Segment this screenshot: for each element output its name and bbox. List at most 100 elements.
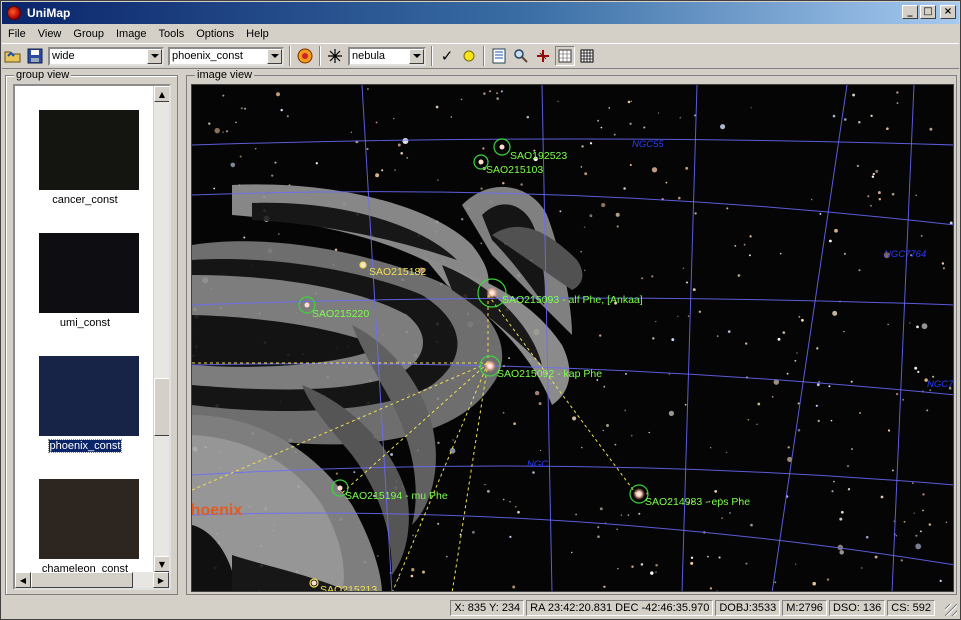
menu-help[interactable]: Help (240, 28, 275, 40)
toolbar-separator (319, 46, 321, 66)
dso-label[interactable]: NGC7764 (884, 249, 926, 260)
maximize-button[interactable]: □ (920, 5, 936, 19)
vertical-scrollbar[interactable]: ▲ ▼ (153, 86, 169, 572)
close-button[interactable]: × (940, 5, 956, 19)
background-star (796, 352, 798, 354)
background-star (278, 233, 280, 235)
catalog-star (304, 302, 310, 308)
menu-group[interactable]: Group (67, 28, 110, 40)
grid-toggle-icon[interactable] (555, 46, 575, 66)
background-star (225, 130, 229, 133)
image-select-value: phoenix_const (172, 50, 243, 62)
sky-map-svg[interactable]: SAO192523 SAO215103 SAO215182 SAO215093 - a… (192, 85, 954, 592)
background-star (891, 469, 894, 472)
list-item-label[interactable]: cancer_const (15, 194, 155, 206)
background-star (875, 169, 879, 173)
thumbnail-cancer-const[interactable] (39, 110, 139, 190)
background-star (919, 530, 922, 533)
checkmark-icon[interactable]: ✓ (437, 46, 457, 66)
group-select-value: wide (52, 50, 75, 62)
table-icon[interactable] (577, 46, 597, 66)
thumbnail-umi-const[interactable] (39, 233, 139, 313)
scroll-left-arrow-icon[interactable]: ◀ (15, 572, 31, 588)
background-star (410, 574, 414, 578)
background-star (737, 274, 741, 277)
group-select[interactable]: wide (48, 46, 164, 66)
scrollbar-thumb[interactable] (154, 378, 169, 436)
background-star (900, 559, 903, 562)
dso-label[interactable]: NGC55 (632, 139, 664, 150)
open-folder-icon[interactable] (3, 46, 23, 66)
group-image-list[interactable]: cancer_const umi_const phoenix_const cha… (13, 84, 171, 590)
menu-tools[interactable]: Tools (153, 28, 191, 40)
list-item-label-selected[interactable]: phoenix_const (15, 439, 155, 453)
toolbar: wide phoenix_const nebula ✓ (2, 43, 959, 69)
background-star (847, 465, 849, 468)
background-star (597, 535, 600, 538)
thumbnail-phoenix-const[interactable] (39, 356, 139, 436)
background-star (895, 392, 899, 396)
background-star (271, 174, 274, 177)
object-type-select[interactable]: nebula (348, 46, 426, 66)
background-star (502, 181, 505, 185)
background-star (749, 235, 752, 238)
background-star (870, 114, 873, 117)
background-star (652, 337, 655, 340)
background-star (832, 114, 836, 118)
sky-image-canvas[interactable]: SAO192523 SAO215103 SAO215182 SAO215093 - a… (191, 84, 954, 592)
background-star (583, 226, 586, 228)
background-star (601, 203, 606, 208)
menu-file[interactable]: File (2, 28, 32, 40)
save-icon[interactable] (25, 46, 45, 66)
background-star (557, 100, 559, 103)
crosshair-icon[interactable] (533, 46, 553, 66)
detect-stars-icon[interactable] (295, 46, 315, 66)
chevron-down-icon[interactable] (409, 48, 424, 64)
dso-label[interactable]: NGC (527, 459, 548, 470)
resize-grip[interactable] (945, 604, 957, 616)
dso-label[interactable]: NGC7 (927, 379, 954, 390)
background-star (513, 422, 516, 426)
background-star (851, 448, 853, 450)
background-star (606, 424, 609, 427)
background-star (779, 252, 782, 255)
background-star (949, 221, 953, 225)
background-star (624, 409, 627, 412)
menu-view[interactable]: View (32, 28, 68, 40)
background-star (920, 234, 923, 237)
background-star (756, 423, 758, 425)
list-item-label[interactable]: umi_const (15, 317, 155, 329)
chevron-down-icon[interactable] (147, 48, 162, 64)
background-star (515, 505, 517, 508)
hscrollbar-thumb[interactable] (31, 572, 133, 588)
background-star (795, 563, 797, 565)
menu-image[interactable]: Image (110, 28, 153, 40)
object-type-value: nebula (352, 50, 386, 62)
title-bar[interactable]: UniMap _ □ × (2, 2, 959, 24)
background-star (926, 409, 929, 412)
background-star (375, 173, 380, 178)
image-select[interactable]: phoenix_const (168, 46, 284, 66)
chevron-down-icon[interactable] (267, 48, 282, 64)
yellow-circle-icon[interactable] (459, 46, 479, 66)
horizontal-scrollbar[interactable]: ◀ ▶ (15, 572, 169, 588)
star-object-icon[interactable] (325, 46, 345, 66)
background-star (725, 451, 728, 454)
search-icon[interactable] (511, 46, 531, 66)
background-star (435, 105, 439, 109)
background-star (833, 480, 835, 483)
background-star (874, 555, 878, 559)
scroll-right-arrow-icon[interactable]: ▶ (153, 572, 169, 588)
background-star (859, 411, 862, 415)
scroll-down-arrow-icon[interactable]: ▼ (154, 556, 169, 572)
minimize-button[interactable]: _ (902, 5, 918, 19)
background-star (623, 187, 626, 190)
thumbnail-chameleon-const[interactable] (39, 479, 139, 559)
document-icon[interactable] (489, 46, 509, 66)
menu-options[interactable]: Options (190, 28, 240, 40)
background-star (880, 495, 884, 499)
background-star (687, 315, 690, 317)
background-star (208, 122, 211, 125)
scroll-up-arrow-icon[interactable]: ▲ (154, 86, 169, 102)
status-m-count: M:2796 (782, 600, 827, 616)
